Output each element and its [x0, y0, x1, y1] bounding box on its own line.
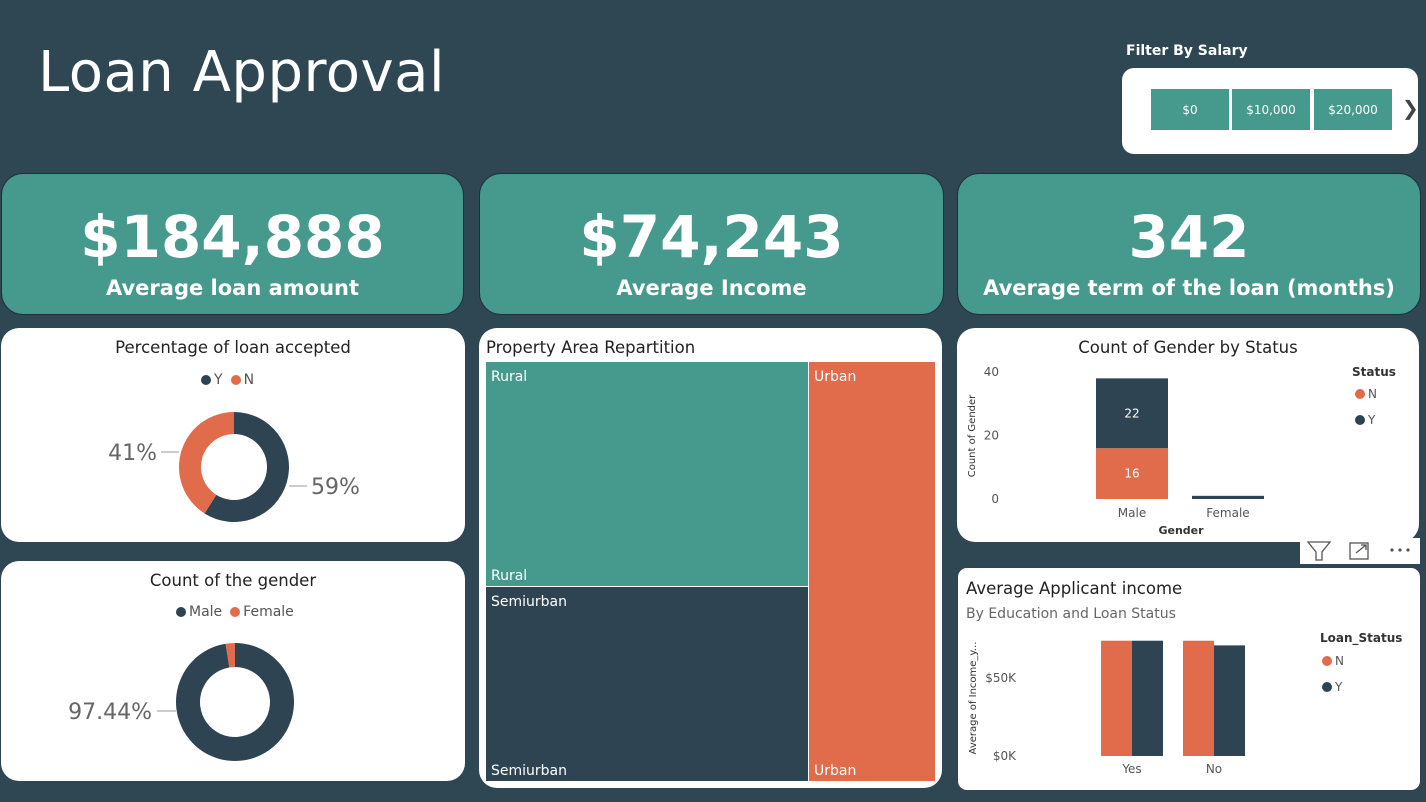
y-tick-label: $0K [993, 749, 1017, 763]
property-area-card: Property Area Repartition Rural Rural Se… [479, 328, 942, 788]
loan-accepted-card: Percentage of loan accepted Y N 59% 41% [1, 328, 465, 542]
y-tick-label: 20 [984, 429, 999, 443]
legend-swatch [1355, 415, 1365, 425]
loan-accepted-donut: 59% 41% [108, 412, 360, 522]
treemap-tile-rural[interactable]: Rural Rural [486, 362, 808, 586]
filter-option-0[interactable]: $0 [1151, 89, 1229, 130]
x-tick-label: Yes [1121, 762, 1141, 776]
legend-label: Y [1368, 413, 1376, 427]
kpi-card-loan-amount: $184,888 Average loan amount [1, 173, 464, 315]
legend-label: Y [1335, 680, 1343, 694]
bar-female-y [1192, 495, 1264, 499]
kpi-value: $184,888 [80, 203, 385, 271]
y-tick-label: $50K [985, 671, 1017, 685]
kpi-value: $74,243 [579, 203, 844, 271]
x-tick-label: Female [1206, 506, 1249, 520]
filter-option-10000[interactable]: $10,000 [1232, 89, 1310, 130]
bar-yes-y [1132, 640, 1163, 756]
treemap-label: Urban [814, 369, 857, 385]
kpi-card-term: 342 Average term of the loan (months) [957, 173, 1421, 315]
salary-filter-slicer: $0 $10,000 $20,000 ❯ [1122, 68, 1419, 154]
kpi-label: Average loan amount [105, 276, 360, 300]
applicant-income-bar-chart: $0K $50K Yes No Average of Income_y... [968, 640, 1245, 776]
applicant-income-card: Average Applicant income By Education an… [957, 567, 1421, 791]
treemap-label: Rural [491, 369, 528, 385]
treemap-label: Rural [491, 568, 528, 584]
data-label: 97.44% [68, 700, 152, 725]
bar-data-label: 16 [1124, 467, 1139, 481]
x-axis-label: Gender [1158, 524, 1204, 537]
treemap-tile-urban[interactable]: Urban Urban [809, 362, 935, 781]
treemap-label: Urban [814, 763, 857, 779]
gender-count-donut: 97.44% [68, 643, 295, 761]
chart-title: Property Area Repartition [486, 338, 696, 357]
filter-option-20000[interactable]: $20,000 [1314, 89, 1392, 130]
gender-status-card: Count of Gender by Status 0 20 40 16 22 Male F… [957, 328, 1419, 542]
gender-count-card: Count of the gender Male Female 97.44% [1, 561, 465, 781]
kpi-value: 342 [1128, 203, 1250, 271]
donut-slice-n [179, 412, 234, 514]
legend-item-n: N [1322, 654, 1344, 668]
bar-data-label: 22 [1124, 406, 1139, 420]
treemap-tile-semiurban[interactable]: Semiurban Semiurban [486, 587, 808, 781]
kpi-label: Average Income [616, 276, 807, 300]
more-options-icon[interactable] [1390, 548, 1410, 552]
donut-slice-male [176, 643, 295, 761]
filter-icon[interactable] [1306, 541, 1332, 561]
y-tick-label: 0 [991, 492, 999, 506]
chevron-right-icon[interactable]: ❯ [1402, 96, 1419, 120]
legend-swatch [1355, 389, 1365, 399]
bar-yes-n [1101, 640, 1132, 756]
legend-swatch [1322, 682, 1332, 692]
legend-item-y: Y [1355, 413, 1375, 427]
y-axis-label: Count of Gender [967, 394, 978, 477]
legend-label: N [1335, 654, 1344, 668]
data-label: 59% [311, 475, 360, 500]
treemap-label: Semiurban [491, 594, 567, 610]
legend-label: N [1368, 387, 1377, 401]
treemap-label: Semiurban [491, 763, 567, 779]
y-axis-label: Average of Income_y... [968, 642, 979, 755]
x-tick-label: Male [1118, 506, 1146, 520]
legend-swatch [1322, 656, 1332, 666]
page-title: Loan Approval [38, 40, 446, 105]
legend-item-y: Y [1322, 680, 1342, 694]
x-tick-label: No [1206, 762, 1222, 776]
kpi-label: Average term of the loan (months) [983, 276, 1395, 300]
legend-item-n: N [1355, 387, 1377, 401]
legend-title: Loan_Status [1320, 631, 1403, 645]
expand-icon[interactable] [1349, 542, 1369, 560]
filter-label: Filter By Salary [1126, 43, 1248, 59]
bar-no-n [1183, 640, 1214, 756]
visual-header-icons [1300, 538, 1420, 564]
bar-no-y [1214, 645, 1245, 756]
kpi-card-income: $74,243 Average Income [479, 173, 944, 315]
legend-title: Status [1352, 365, 1396, 379]
y-tick-label: 40 [984, 365, 999, 379]
data-label: 41% [108, 441, 157, 466]
gender-status-bar-chart: 0 20 40 16 22 Male FemaleGender Count of Gender [967, 365, 1264, 537]
